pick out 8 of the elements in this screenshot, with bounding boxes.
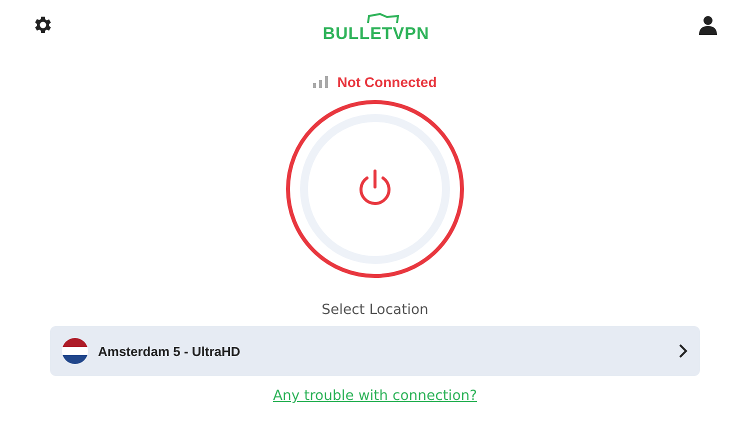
select-location-label: Select Location: [322, 302, 428, 318]
signal-icon: [313, 76, 330, 88]
user-icon[interactable]: [698, 15, 718, 35]
connection-status: Not Connected: [337, 74, 437, 90]
chevron-right-icon: [678, 344, 688, 358]
logo-text: BULLETVPN: [322, 24, 430, 42]
flag-icon: [62, 338, 88, 364]
location-selector[interactable]: Amsterdam 5 - UltraHD: [50, 326, 700, 376]
